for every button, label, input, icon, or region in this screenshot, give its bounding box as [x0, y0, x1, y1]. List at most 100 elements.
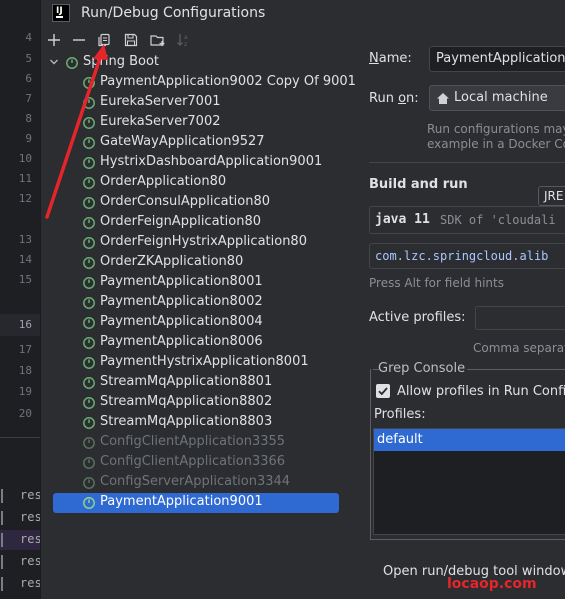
tree-group-label: Spring Boot — [83, 54, 160, 69]
line-number: 13 — [18, 233, 32, 246]
tree-item-label: PaymentApplication9001 — [100, 494, 263, 509]
tree-item-label: OrderZKApplication80 — [100, 254, 244, 269]
name-field[interactable]: PaymentApplication9 — [429, 46, 565, 72]
tree-item[interactable]: PaymentApplication9001 — [53, 493, 339, 513]
spring-boot-run-icon — [83, 437, 95, 449]
add-config-button[interactable] — [43, 30, 65, 50]
spring-boot-run-icon — [83, 237, 95, 249]
sdk-description: SDK of 'cloudali — [440, 213, 556, 227]
configuration-tree: Spring Boot PaymentApplication9002 Copy … — [41, 52, 356, 599]
tree-item-label: ConfigClientApplication3366 — [100, 454, 286, 469]
dialog-title: Run/Debug Configurations — [81, 5, 266, 21]
console-row-text: res — [20, 510, 42, 524]
tree-item-label: OrderFeignApplication80 — [100, 214, 261, 229]
spring-boot-run-icon — [83, 277, 95, 289]
line-number: 20 — [18, 407, 32, 420]
spring-boot-run-icon — [83, 457, 95, 469]
tree-item-label: OrderConsulApplication80 — [100, 194, 271, 209]
line-number: 17 — [18, 343, 32, 356]
tree-item[interactable]: ConfigClientApplication3355 — [41, 433, 341, 453]
section-divider — [369, 162, 565, 163]
run-on-label-1: Run — [369, 91, 399, 106]
copy-config-button[interactable] — [93, 30, 115, 50]
sort-configs-button[interactable]: az — [173, 30, 195, 50]
tree-item[interactable]: EurekaServer7001 — [41, 93, 341, 113]
editor-console-divider — [0, 437, 40, 438]
name-label: Name: — [369, 51, 412, 66]
line-number: 5 — [25, 52, 32, 65]
line-number: 12 — [18, 192, 32, 205]
tree-item-label: ConfigServerApplication3344 — [100, 474, 291, 489]
save-config-button[interactable] — [120, 30, 142, 50]
line-number: 10 — [18, 152, 32, 165]
move-to-folder-button[interactable] — [147, 30, 169, 50]
grep-console-border-side — [370, 369, 371, 539]
tree-item-label: PaymentApplication9002 Copy Of 9001 — [100, 74, 356, 89]
run-on-dropdown[interactable]: Local machine — [429, 85, 565, 111]
tree-item[interactable]: ConfigClientApplication3366 — [41, 453, 341, 473]
tree-item[interactable]: PaymentApplication8001 — [41, 273, 341, 293]
spring-boot-run-icon — [83, 337, 95, 349]
tree-item-label: HystrixDashboardApplication9001 — [100, 154, 323, 169]
spring-boot-run-icon — [83, 417, 95, 429]
tree-item[interactable]: PaymentApplication8006 — [41, 333, 341, 353]
tree-item-label: PaymentHystrixApplication8001 — [100, 354, 309, 369]
profiles-list-item-selected[interactable]: default — [374, 429, 565, 451]
chevron-down-icon — [50, 59, 58, 65]
tree-item-label: PaymentApplication8001 — [100, 274, 263, 289]
console-row-marker — [1, 577, 3, 591]
home-icon — [437, 93, 449, 104]
jdk-selector[interactable]: java 11 SDK of 'cloudali — [369, 206, 565, 234]
spring-boot-run-icon — [83, 217, 95, 229]
tree-item[interactable]: PaymentApplication8002 — [41, 293, 341, 313]
tree-item-label: PaymentApplication8006 — [100, 334, 263, 349]
tree-item-label: StreamMqApplication8803 — [100, 414, 273, 429]
console-row: res — [0, 552, 42, 572]
active-profiles-field[interactable] — [475, 306, 565, 330]
run-on-label: Run on: — [369, 91, 419, 106]
profiles-list[interactable]: default — [373, 428, 565, 535]
tree-item-label: PaymentApplication8004 — [100, 314, 263, 329]
console-row: res — [0, 574, 42, 594]
line-number: 7 — [25, 92, 32, 105]
tree-item[interactable]: OrderConsulApplication80 — [41, 193, 341, 213]
spring-boot-run-icon — [83, 97, 95, 109]
run-debug-configurations-dialog: IJ Run/Debug Configurations az Spring Bo… — [40, 0, 565, 599]
dialog-titlebar[interactable]: IJ Run/Debug Configurations — [41, 0, 565, 28]
tree-item[interactable]: StreamMqApplication8801 — [41, 373, 341, 393]
spring-boot-run-icon — [83, 197, 95, 209]
tree-item-label: EurekaServer7002 — [100, 114, 221, 129]
tree-item[interactable]: OrderFeignHystrixApplication80 — [41, 233, 341, 253]
tree-item[interactable]: PaymentApplication9002 Copy Of 9001 — [41, 73, 356, 93]
run-on-label-2: n: — [406, 91, 419, 106]
grep-console-border-top — [467, 369, 565, 370]
tree-item[interactable]: PaymentApplication8004 — [41, 313, 341, 333]
tree-item[interactable]: OrderApplication80 — [41, 173, 341, 193]
line-number: 18 — [18, 364, 32, 377]
check-icon — [378, 387, 388, 396]
line-number: 6 — [25, 72, 32, 85]
alt-field-hint: Press Alt for field hints — [369, 276, 504, 290]
tree-item[interactable]: OrderFeignApplication80 — [41, 213, 341, 233]
tree-item[interactable]: HystrixDashboardApplication9001 — [41, 153, 341, 173]
spring-boot-run-icon — [83, 357, 95, 369]
allow-profiles-label: Allow profiles in Run Config — [397, 384, 565, 399]
name-value: PaymentApplication9 — [436, 51, 565, 66]
name-label-rest: ame: — [378, 51, 412, 66]
remove-config-button[interactable] — [68, 30, 90, 50]
tree-item[interactable]: StreamMqApplication8803 — [41, 413, 341, 433]
main-class-field[interactable]: com.lzc.springcloud.alib — [369, 243, 565, 269]
allow-profiles-checkbox[interactable] — [376, 384, 390, 398]
line-number: 9 — [25, 132, 32, 145]
tree-item-label: OrderApplication80 — [100, 174, 227, 189]
tree-item[interactable]: GateWayApplication9527 — [41, 133, 341, 153]
tree-group-spring-boot[interactable]: Spring Boot — [41, 53, 341, 73]
tree-item[interactable]: StreamMqApplication8802 — [41, 393, 341, 413]
tree-item[interactable]: PaymentHystrixApplication8001 — [41, 353, 341, 373]
tree-item-label: StreamMqApplication8801 — [100, 374, 273, 389]
console-row: res — [0, 530, 42, 550]
tree-item[interactable]: ConfigServerApplication3344 — [41, 473, 341, 493]
save-icon — [124, 33, 138, 47]
tree-item[interactable]: EurekaServer7002 — [41, 113, 341, 133]
tree-item[interactable]: OrderZKApplication80 — [41, 253, 341, 273]
